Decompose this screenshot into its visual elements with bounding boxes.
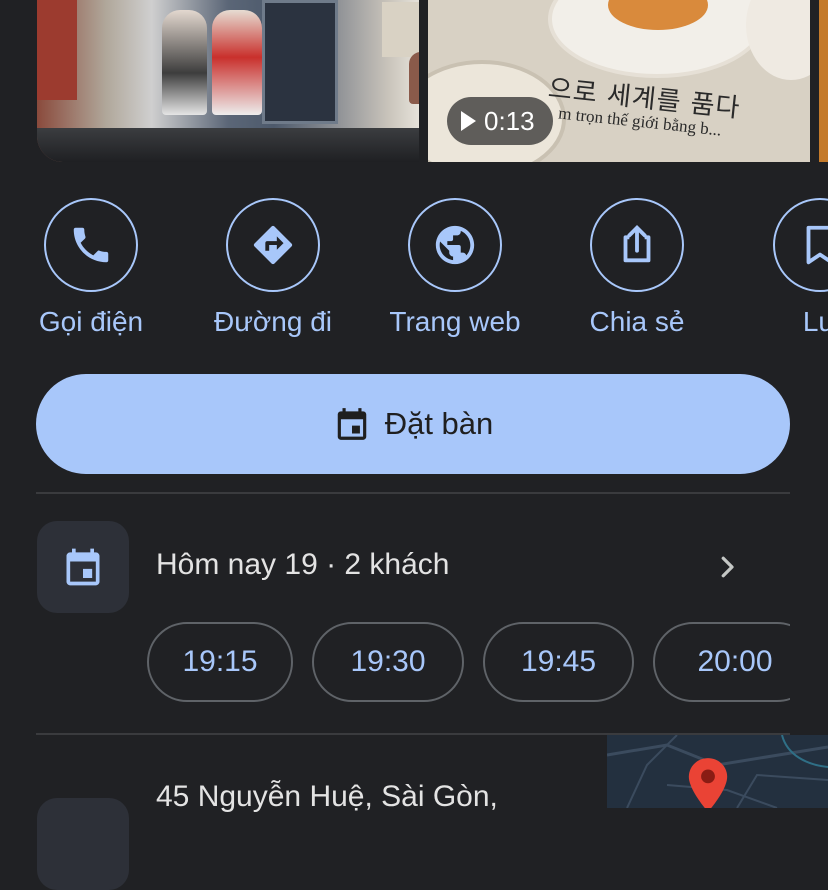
reserve-table-button[interactable]: Đặt bàn: [36, 374, 790, 474]
action-row: Gọi điện Đường đi Trang web Chia sẻ Lư: [0, 198, 828, 348]
directions-button[interactable]: [226, 198, 320, 292]
share-label: Chia sẻ: [589, 306, 685, 337]
website-label: Trang web: [389, 306, 521, 337]
video-duration-badge: 0:13: [447, 97, 553, 145]
time-slot-list: 19:15 19:30 19:45 20:00: [0, 622, 790, 706]
call-action[interactable]: Gọi điện: [0, 198, 191, 338]
play-icon: [461, 111, 476, 131]
share-action[interactable]: Chia sẻ: [537, 198, 737, 338]
map-thumbnail[interactable]: [607, 735, 828, 808]
website-action[interactable]: Trang web: [355, 198, 555, 338]
storefront-photo[interactable]: [37, 0, 419, 162]
directions-action[interactable]: Đường đi: [173, 198, 373, 338]
bookmark-icon: [806, 225, 828, 265]
time-slot[interactable]: 19:45: [483, 622, 634, 702]
time-slot[interactable]: 19:30: [312, 622, 464, 702]
share-icon: [623, 225, 651, 263]
calendar-icon: [66, 548, 100, 586]
reservation-date-party[interactable]: Hôm nay 19 · 2 khách: [156, 548, 449, 582]
reservation-calendar-icon-box: [37, 521, 129, 613]
website-button[interactable]: [408, 198, 502, 292]
reserve-table-label: Đặt bàn: [384, 406, 494, 441]
address-text[interactable]: 45 Nguyễn Huệ, Sài Gòn,: [156, 780, 498, 814]
chevron-right-icon[interactable]: [712, 550, 742, 584]
divider: [36, 492, 790, 494]
save-button[interactable]: [773, 198, 828, 292]
save-label: Lư: [802, 306, 828, 337]
map-pin-icon: [688, 758, 728, 808]
time-slot[interactable]: 20:00: [653, 622, 790, 702]
directions-icon: [253, 225, 293, 265]
photo-carousel[interactable]: 으로 세계를 품다 m trọn thế giới bằng b...: [0, 0, 828, 162]
share-button[interactable]: [590, 198, 684, 292]
calendar-icon: [337, 408, 366, 440]
location-icon-box: [37, 798, 129, 890]
time-slot[interactable]: 19:15: [147, 622, 293, 702]
globe-icon: [435, 225, 475, 265]
save-action[interactable]: Lư: [720, 198, 828, 338]
call-label: Gọi điện: [38, 306, 144, 337]
call-button[interactable]: [44, 198, 138, 292]
video-duration: 0:13: [484, 105, 535, 136]
next-photo[interactable]: [819, 0, 828, 162]
phone-icon: [73, 227, 109, 263]
directions-label: Đường đi: [213, 306, 333, 337]
